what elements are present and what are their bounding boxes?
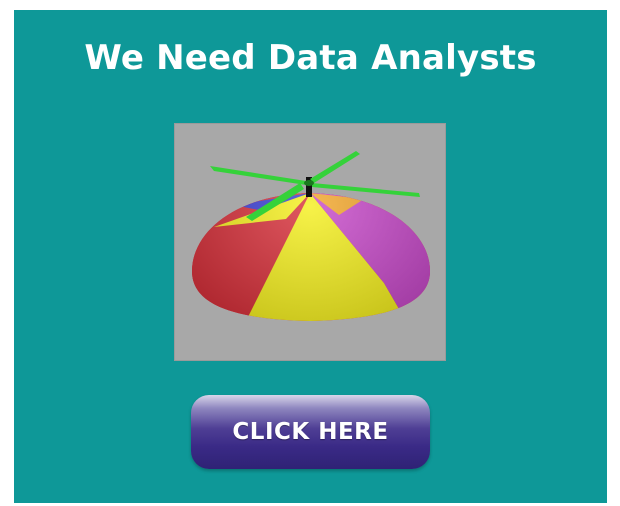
propeller-beanie-icon	[192, 151, 430, 321]
headline: We Need Data Analysts	[84, 38, 537, 78]
job-ad-banner: We Need Data Analysts CLICK HERE	[14, 10, 607, 503]
click-here-button[interactable]: CLICK HERE	[191, 395, 430, 469]
propeller-hat-image	[174, 123, 446, 361]
